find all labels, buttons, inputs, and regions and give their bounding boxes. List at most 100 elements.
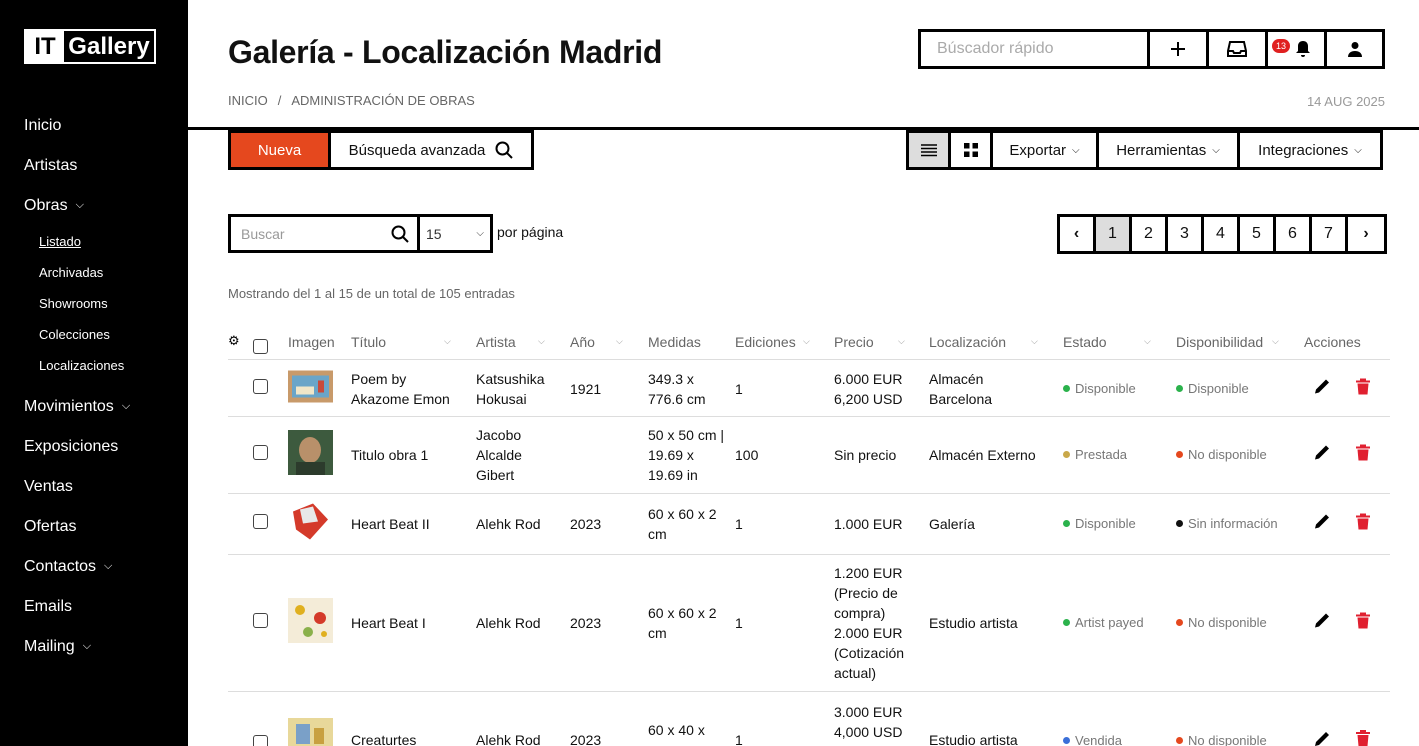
table-row[interactable]: Poem by Akazome Emon Katsushika Hokusai … — [228, 361, 1390, 417]
delete-button[interactable] — [1356, 513, 1370, 535]
sort-icon[interactable]: ⌵ — [444, 336, 451, 347]
table-row[interactable]: Titulo obra 1 Jacobo Alcalde Gibert 50 x… — [228, 417, 1390, 494]
sidebar-item-exposiciones[interactable]: Exposiciones — [24, 427, 184, 467]
artwork-thumbnail[interactable] — [288, 430, 333, 480]
header-state[interactable]: Estado — [1063, 334, 1107, 350]
status-dot — [1063, 520, 1070, 528]
add-button[interactable] — [1150, 32, 1209, 66]
header-location[interactable]: Localización — [929, 334, 1006, 350]
header-availability[interactable]: Disponibilidad — [1176, 334, 1263, 350]
advanced-search-button[interactable]: Búsqueda avanzada — [331, 133, 531, 167]
header-image: Imagen — [288, 334, 335, 350]
tools-dropdown[interactable]: Herramientas ⌵ — [1099, 133, 1240, 167]
next-page-button[interactable]: › — [1348, 217, 1384, 251]
app-logo[interactable]: IT Gallery — [24, 29, 156, 64]
table-search-input[interactable]: Buscar — [228, 214, 417, 253]
row-checkbox[interactable] — [253, 445, 268, 465]
sidebar-item-mailing[interactable]: Mailing ⌵ — [24, 627, 184, 667]
quick-search-input[interactable]: Búscador rápido — [921, 32, 1150, 66]
sidebar-item-ventas[interactable]: Ventas — [24, 467, 184, 507]
cell-title[interactable]: Poem by Akazome Emon — [351, 369, 461, 409]
page-button-3[interactable]: 3 — [1168, 217, 1204, 251]
inbox-button[interactable] — [1209, 32, 1268, 66]
row-checkbox[interactable] — [253, 613, 268, 633]
edit-button[interactable] — [1313, 444, 1331, 467]
sidebar-item-contactos[interactable]: Contactos ⌵ — [24, 547, 184, 587]
cell-title[interactable]: Creaturtes — [351, 732, 416, 746]
edit-button[interactable] — [1313, 513, 1331, 536]
sort-icon[interactable]: ⌵ — [898, 336, 905, 347]
table-row[interactable]: Heart Beat I Alehk Rod 2023 60 x 60 x 2 … — [228, 555, 1390, 692]
row-checkbox[interactable] — [253, 735, 268, 746]
delete-button[interactable] — [1356, 730, 1370, 746]
export-dropdown[interactable]: Exportar ⌵ — [993, 133, 1099, 167]
sidebar-subitem-listado[interactable]: Listado — [24, 226, 184, 257]
artwork-thumbnail[interactable] — [288, 598, 333, 648]
integrations-dropdown[interactable]: Integraciones ⌵ — [1240, 133, 1380, 167]
delete-button[interactable] — [1356, 612, 1370, 634]
notifications-button[interactable]: 13 — [1268, 32, 1327, 66]
cell-price: 6.000 EUR 6,200 USD — [834, 370, 903, 407]
status-dot — [1176, 451, 1183, 459]
cell-artist: Alehk Rod — [476, 516, 541, 532]
edit-button[interactable] — [1313, 377, 1331, 400]
cell-title[interactable]: Titulo obra 1 — [351, 445, 428, 465]
list-view-toggle[interactable] — [909, 133, 951, 167]
breadcrumb-home[interactable]: INICIO — [228, 93, 268, 108]
user-button[interactable] — [1327, 32, 1382, 66]
cell-title[interactable]: Heart Beat I — [351, 613, 426, 633]
sort-icon[interactable]: ⌵ — [538, 336, 545, 347]
sidebar-item-ofertas[interactable]: Ofertas — [24, 507, 184, 547]
sidebar-subitem-showrooms[interactable]: Showrooms — [24, 288, 184, 319]
header-price[interactable]: Precio — [834, 334, 874, 350]
sidebar-item-emails[interactable]: Emails — [24, 587, 184, 627]
sidebar-subitem-localizaciones[interactable]: Localizaciones — [24, 350, 184, 381]
row-checkbox[interactable] — [253, 514, 268, 534]
edit-button[interactable] — [1313, 612, 1331, 635]
grid-view-toggle[interactable] — [951, 133, 993, 167]
per-page-select[interactable]: 15 ⌵ — [417, 214, 493, 253]
table-row[interactable]: Heart Beat II Alehk Rod 2023 60 x 60 x 2… — [228, 494, 1390, 555]
sort-icon[interactable]: ⌵ — [1144, 336, 1151, 347]
cell-state: Disponible — [1063, 379, 1136, 399]
row-checkbox[interactable] — [253, 378, 268, 399]
header-artist[interactable]: Artista — [476, 334, 516, 350]
page-button-7[interactable]: 7 — [1312, 217, 1348, 251]
cell-year: 2023 — [570, 732, 602, 746]
delete-button[interactable] — [1356, 378, 1370, 399]
edit-button[interactable] — [1313, 730, 1331, 746]
status-dot — [1063, 384, 1070, 392]
page-button-4[interactable]: 4 — [1204, 217, 1240, 251]
table-row[interactable]: Creaturtes Alehk Rod 2023 60 x 40 x 1 3.… — [228, 692, 1390, 746]
sort-icon[interactable]: ⌵ — [803, 336, 810, 347]
delete-button[interactable] — [1356, 444, 1370, 466]
sidebar-item-inicio[interactable]: Inicio — [24, 106, 184, 146]
checkbox-box — [253, 445, 268, 460]
sidebar-item-obras[interactable]: Obras ⌵ — [24, 186, 184, 226]
sidebar-subitem-archivadas[interactable]: Archivadas — [24, 257, 184, 288]
cell-editions: 1 — [735, 380, 743, 397]
sidebar-item-movimientos[interactable]: Movimientos ⌵ — [24, 387, 184, 427]
header-editions[interactable]: Ediciones — [735, 334, 796, 350]
prev-page-button[interactable]: ‹ — [1060, 217, 1096, 251]
cell-artist: Alehk Rod — [476, 732, 541, 746]
sort-icon[interactable]: ⌵ — [1031, 336, 1038, 347]
sidebar-item-artistas[interactable]: Artistas — [24, 146, 184, 186]
checkbox-box — [253, 735, 268, 746]
page-button-5[interactable]: 5 — [1240, 217, 1276, 251]
new-artwork-button[interactable]: Nueva — [231, 133, 331, 167]
artwork-thumbnail[interactable] — [288, 501, 333, 547]
sort-icon[interactable]: ⌵ — [616, 336, 623, 347]
page-button-1[interactable]: 1 — [1096, 217, 1132, 251]
cell-state: Vendida — [1063, 733, 1122, 746]
artwork-thumbnail[interactable] — [288, 718, 333, 746]
artwork-thumbnail[interactable] — [288, 370, 333, 407]
header-title[interactable]: Título — [351, 334, 386, 350]
sidebar-subitem-colecciones[interactable]: Colecciones — [24, 319, 184, 350]
header-year[interactable]: Año — [570, 334, 595, 350]
gear-icon[interactable]: ⚙ — [228, 333, 240, 349]
page-button-6[interactable]: 6 — [1276, 217, 1312, 251]
page-button-2[interactable]: 2 — [1132, 217, 1168, 251]
sort-icon[interactable]: ⌵ — [1272, 336, 1279, 347]
cell-title[interactable]: Heart Beat II — [351, 514, 430, 534]
